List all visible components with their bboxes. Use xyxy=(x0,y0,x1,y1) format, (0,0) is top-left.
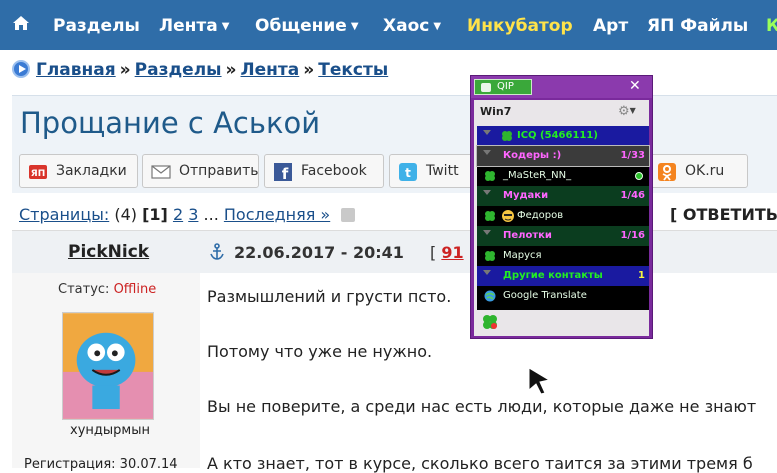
group-row-mudaki[interactable]: Мудаки 1/46 xyxy=(477,186,649,206)
breadcrumb-lenta[interactable]: Лента xyxy=(241,60,300,80)
yap-bookmarks-icon: ЯП xyxy=(29,165,47,179)
chevron-down-icon: ▼ xyxy=(221,21,230,32)
post-paragraph: Вы не поверите, а среди нас есть люди, к… xyxy=(207,397,757,416)
qip-logo-icon xyxy=(481,83,491,92)
reply-button[interactable]: [ ОТВЕТИТЬ xyxy=(670,205,777,224)
post-paragraph: А кто знает, тот в курсе, сколько всего … xyxy=(207,454,753,473)
account-row-icq[interactable]: ICQ (5466111) xyxy=(477,126,649,146)
page-jump-icon[interactable] xyxy=(341,208,356,222)
facebook-share-button[interactable]: f Facebook xyxy=(264,154,384,188)
ok-share-button[interactable]: OK.ru xyxy=(648,154,748,188)
qip-window[interactable]: QIP ✕ Win7 ⚙▼ ICQ (5466111) Кодеры :) 1/… xyxy=(470,75,653,339)
breadcrumb-teksty[interactable]: Тексты xyxy=(318,60,388,80)
breadcrumb: Главная» Разделы» Лента» Тексты xyxy=(12,60,388,82)
chevron-down-icon: ▼ xyxy=(433,21,442,32)
breadcrumb-razdely[interactable]: Разделы xyxy=(135,60,222,80)
nav-item-razdely[interactable]: Разделы xyxy=(53,16,140,36)
collapse-arrow-icon xyxy=(483,190,491,195)
group-row-other-contacts[interactable]: Другие контакты 1 xyxy=(477,266,649,286)
contact-list: ICQ (5466111) Кодеры :) 1/33 _MaSteR_NN_… xyxy=(476,126,650,310)
author-status: Статус: Offline xyxy=(58,282,157,297)
nav-item-yap-faily[interactable]: ЯП Файлы xyxy=(647,16,748,36)
clover-icon xyxy=(485,211,495,221)
nav-item-overflow[interactable]: К xyxy=(766,0,777,50)
breadcrumb-home[interactable]: Главная xyxy=(36,60,116,80)
play-circle-icon xyxy=(12,60,30,78)
nav-item-khaos[interactable]: Хаос ▼ xyxy=(383,16,441,36)
post-paragraph: Потому что уже не нужно. xyxy=(207,342,433,361)
post-author[interactable]: PickNick xyxy=(68,242,149,262)
contact-row[interactable]: Google Translate xyxy=(477,286,649,306)
online-status-icon xyxy=(635,172,643,180)
nav-item-lenta[interactable]: Лента ▼ xyxy=(159,16,229,36)
anchor-icon[interactable] xyxy=(209,243,225,261)
home-icon[interactable] xyxy=(12,14,30,32)
clover-icon xyxy=(485,251,495,261)
nav-item-obshchenie[interactable]: Общение ▼ xyxy=(255,16,359,36)
topic-header: Прощание с Аськой xyxy=(12,95,777,145)
current-page: [1] xyxy=(142,205,168,224)
registration-date: Регистрация: 30.07.14 xyxy=(24,457,178,472)
status-badge: Offline xyxy=(113,282,157,297)
page-link-2[interactable]: 2 xyxy=(173,205,183,224)
nav-item-art[interactable]: Арт xyxy=(593,16,628,36)
qip-menu-button[interactable]: QIP xyxy=(474,79,532,95)
svg-text:t: t xyxy=(405,166,411,180)
collapse-arrow-icon xyxy=(483,130,491,135)
page-link-3[interactable]: 3 xyxy=(188,205,198,224)
contact-row[interactable]: _MaSteR_NN_ xyxy=(477,166,649,186)
nav-item-inkubator[interactable]: Инкубатор xyxy=(467,16,573,36)
globe-icon xyxy=(484,290,496,302)
contact-row[interactable]: Маруся xyxy=(477,246,649,266)
pages-label[interactable]: Страницы: xyxy=(19,205,109,224)
pagination: Страницы: (4) [1] 2 3 ... Последняя » xyxy=(19,205,356,224)
bookmarks-button[interactable]: ЯП Закладки xyxy=(19,154,138,188)
collapse-arrow-icon xyxy=(483,270,491,275)
smiley-icon xyxy=(502,210,514,222)
twitter-share-button[interactable]: t Twitt xyxy=(389,154,479,188)
twitter-icon: t xyxy=(399,163,417,181)
svg-text:ЯП: ЯП xyxy=(31,169,45,179)
close-icon[interactable]: ✕ xyxy=(629,78,641,94)
clover-icon xyxy=(502,131,512,141)
avatar-caption: хундырмын xyxy=(70,423,150,438)
qip-status-icon[interactable] xyxy=(482,314,498,330)
group-row-pelotki[interactable]: Пелотки 1/16 xyxy=(477,226,649,246)
qip-panel: Win7 ⚙▼ ICQ (5466111) Кодеры :) 1/33 _Ma… xyxy=(474,100,650,336)
group-row-kodery[interactable]: Кодеры :) 1/33 xyxy=(476,145,650,167)
post-date: 22.06.2017 - 20:41 xyxy=(234,243,404,262)
top-navigation: Разделы Лента ▼ Общение ▼ Хаос ▼ Инкубатор … xyxy=(0,0,777,50)
qip-account-name: Win7 xyxy=(480,105,512,118)
envelope-icon xyxy=(151,165,171,179)
send-button[interactable]: Отправить xyxy=(142,154,259,188)
last-page-link[interactable]: Последняя » xyxy=(224,205,330,224)
share-bar: ЯП Закладки Отправить f Facebook t Twitt… xyxy=(12,145,777,193)
odnoklassniki-icon xyxy=(658,163,676,181)
gear-icon[interactable]: ⚙▼ xyxy=(618,104,638,119)
collapse-arrow-icon xyxy=(483,230,491,235)
svg-text:f: f xyxy=(282,165,289,182)
contact-row[interactable]: Федоров xyxy=(477,206,649,226)
post-number[interactable]: [ 91 xyxy=(430,243,464,262)
facebook-icon: f xyxy=(274,163,292,182)
clover-icon xyxy=(485,171,495,181)
post-paragraph: Размышлений и грусти псто. xyxy=(207,287,452,306)
avatar[interactable] xyxy=(62,312,154,420)
collapse-arrow-icon xyxy=(483,150,491,155)
page-title: Прощание с Аськой xyxy=(20,106,321,140)
mouse-cursor-icon xyxy=(528,367,551,395)
chevron-down-icon: ▼ xyxy=(350,21,359,32)
